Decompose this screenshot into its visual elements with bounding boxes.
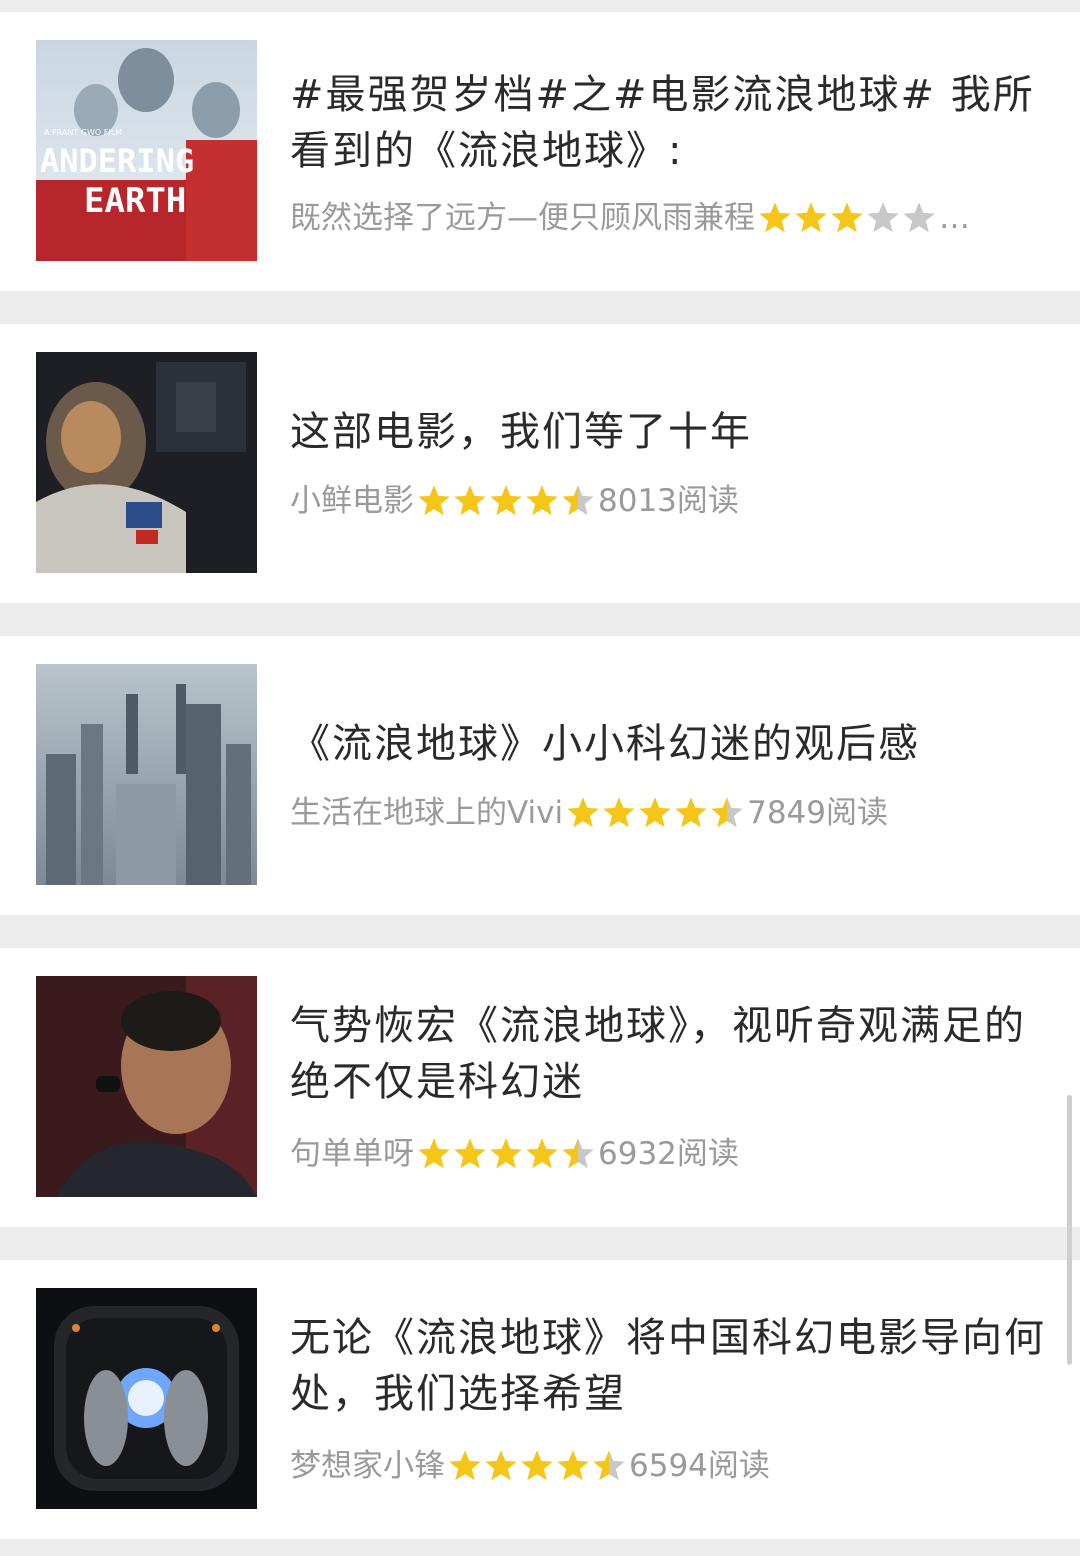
scrollbar[interactable] bbox=[1067, 1095, 1072, 1365]
star-icon bbox=[567, 797, 599, 828]
frozen-city-image bbox=[36, 664, 257, 885]
star-icon bbox=[454, 485, 486, 516]
article-thumbnail[interactable] bbox=[36, 1288, 257, 1509]
read-count: 8013阅读 bbox=[598, 483, 739, 519]
article-card[interactable]: 气势恢宏《流浪地球》，视听奇观满足的绝不仅是科幻迷 句单单呀 6932阅读 bbox=[0, 948, 1080, 1227]
rating-stars bbox=[757, 200, 937, 236]
article-card[interactable]: 《流浪地球》小小科幻迷的观后感 生活在地球上的Vivi 7849阅读 bbox=[0, 636, 1080, 915]
article-meta: 既然选择了远方—便只顾风雨兼程 … bbox=[290, 193, 1060, 243]
article-meta: 小鲜电影 8013阅读 bbox=[290, 476, 1060, 526]
star-icon bbox=[711, 797, 743, 828]
star-icon bbox=[526, 485, 558, 516]
rating-stars bbox=[416, 483, 596, 519]
article-author: 梦想家小锋 bbox=[290, 1448, 445, 1484]
article-meta: 生活在地球上的Vivi 7849阅读 bbox=[290, 788, 1060, 838]
article-meta: 梦想家小锋 6594阅读 bbox=[290, 1441, 1060, 1491]
star-icon bbox=[557, 1450, 589, 1481]
rating-stars bbox=[447, 1448, 627, 1484]
article-author: 小鲜电影 bbox=[290, 483, 414, 519]
star-icon bbox=[675, 797, 707, 828]
article-title[interactable]: 无论《流浪地球》将中国科幻电影导向何处，我们选择希望 bbox=[290, 1310, 1060, 1422]
spacecraft-image bbox=[36, 1288, 257, 1509]
rating-stars bbox=[416, 1136, 596, 1172]
star-icon bbox=[490, 485, 522, 516]
star-icon bbox=[454, 1138, 486, 1169]
article-title[interactable]: 气势恢宏《流浪地球》，视听奇观满足的绝不仅是科幻迷 bbox=[290, 998, 1060, 1110]
poster-text-2: ANDERING bbox=[40, 142, 194, 180]
astronaut-image bbox=[36, 352, 257, 573]
star-icon bbox=[903, 202, 935, 233]
star-icon bbox=[603, 797, 635, 828]
read-count: … bbox=[939, 200, 970, 236]
article-thumbnail[interactable]: A FRANT GWO FILM ANDERING EARTH bbox=[36, 40, 257, 261]
article-meta: 句单单呀 6932阅读 bbox=[290, 1129, 1060, 1179]
star-icon bbox=[562, 485, 594, 516]
article-thumbnail[interactable] bbox=[36, 352, 257, 573]
star-icon bbox=[418, 485, 450, 516]
star-icon bbox=[759, 202, 791, 233]
star-icon bbox=[418, 1138, 450, 1169]
star-icon bbox=[526, 1138, 558, 1169]
star-icon bbox=[562, 1138, 594, 1169]
star-icon bbox=[867, 202, 899, 233]
article-thumbnail[interactable] bbox=[36, 976, 257, 1197]
actor-image bbox=[36, 976, 257, 1197]
article-card[interactable]: 无论《流浪地球》将中国科幻电影导向何处，我们选择希望 梦想家小锋 6594阅读 bbox=[0, 1260, 1080, 1539]
star-icon bbox=[449, 1450, 481, 1481]
article-title[interactable]: 这部电影，我们等了十年 bbox=[290, 404, 1060, 460]
poster-image: A FRANT GWO FILM ANDERING EARTH bbox=[36, 40, 257, 261]
article-author: 生活在地球上的Vivi bbox=[290, 795, 564, 831]
read-count: 6594阅读 bbox=[629, 1448, 770, 1484]
article-author: 既然选择了远方—便只顾风雨兼程 bbox=[290, 200, 755, 236]
star-icon bbox=[485, 1450, 517, 1481]
article-card[interactable]: A FRANT GWO FILM ANDERING EARTH #最强贺岁档#之… bbox=[0, 12, 1080, 291]
article-card[interactable]: 这部电影，我们等了十年 小鲜电影 8013阅读 bbox=[0, 324, 1080, 603]
read-count: 7849阅读 bbox=[747, 795, 889, 831]
star-icon bbox=[639, 797, 671, 828]
article-thumbnail[interactable] bbox=[36, 664, 257, 885]
star-icon bbox=[490, 1138, 522, 1169]
star-icon bbox=[593, 1450, 625, 1481]
article-title[interactable]: 《流浪地球》小小科幻迷的观后感 bbox=[290, 716, 1060, 772]
star-icon bbox=[521, 1450, 553, 1481]
poster-text-3: EARTH bbox=[84, 181, 186, 221]
rating-stars bbox=[565, 795, 745, 831]
poster-text-1: A FRANT GWO FILM bbox=[44, 128, 122, 137]
read-count: 6932阅读 bbox=[598, 1136, 739, 1172]
star-icon bbox=[795, 202, 827, 233]
star-icon bbox=[831, 202, 863, 233]
article-author: 句单单呀 bbox=[290, 1136, 414, 1172]
article-title[interactable]: #最强贺岁档#之#电影流浪地球# 我所看到的《流浪地球》: bbox=[290, 67, 1060, 179]
